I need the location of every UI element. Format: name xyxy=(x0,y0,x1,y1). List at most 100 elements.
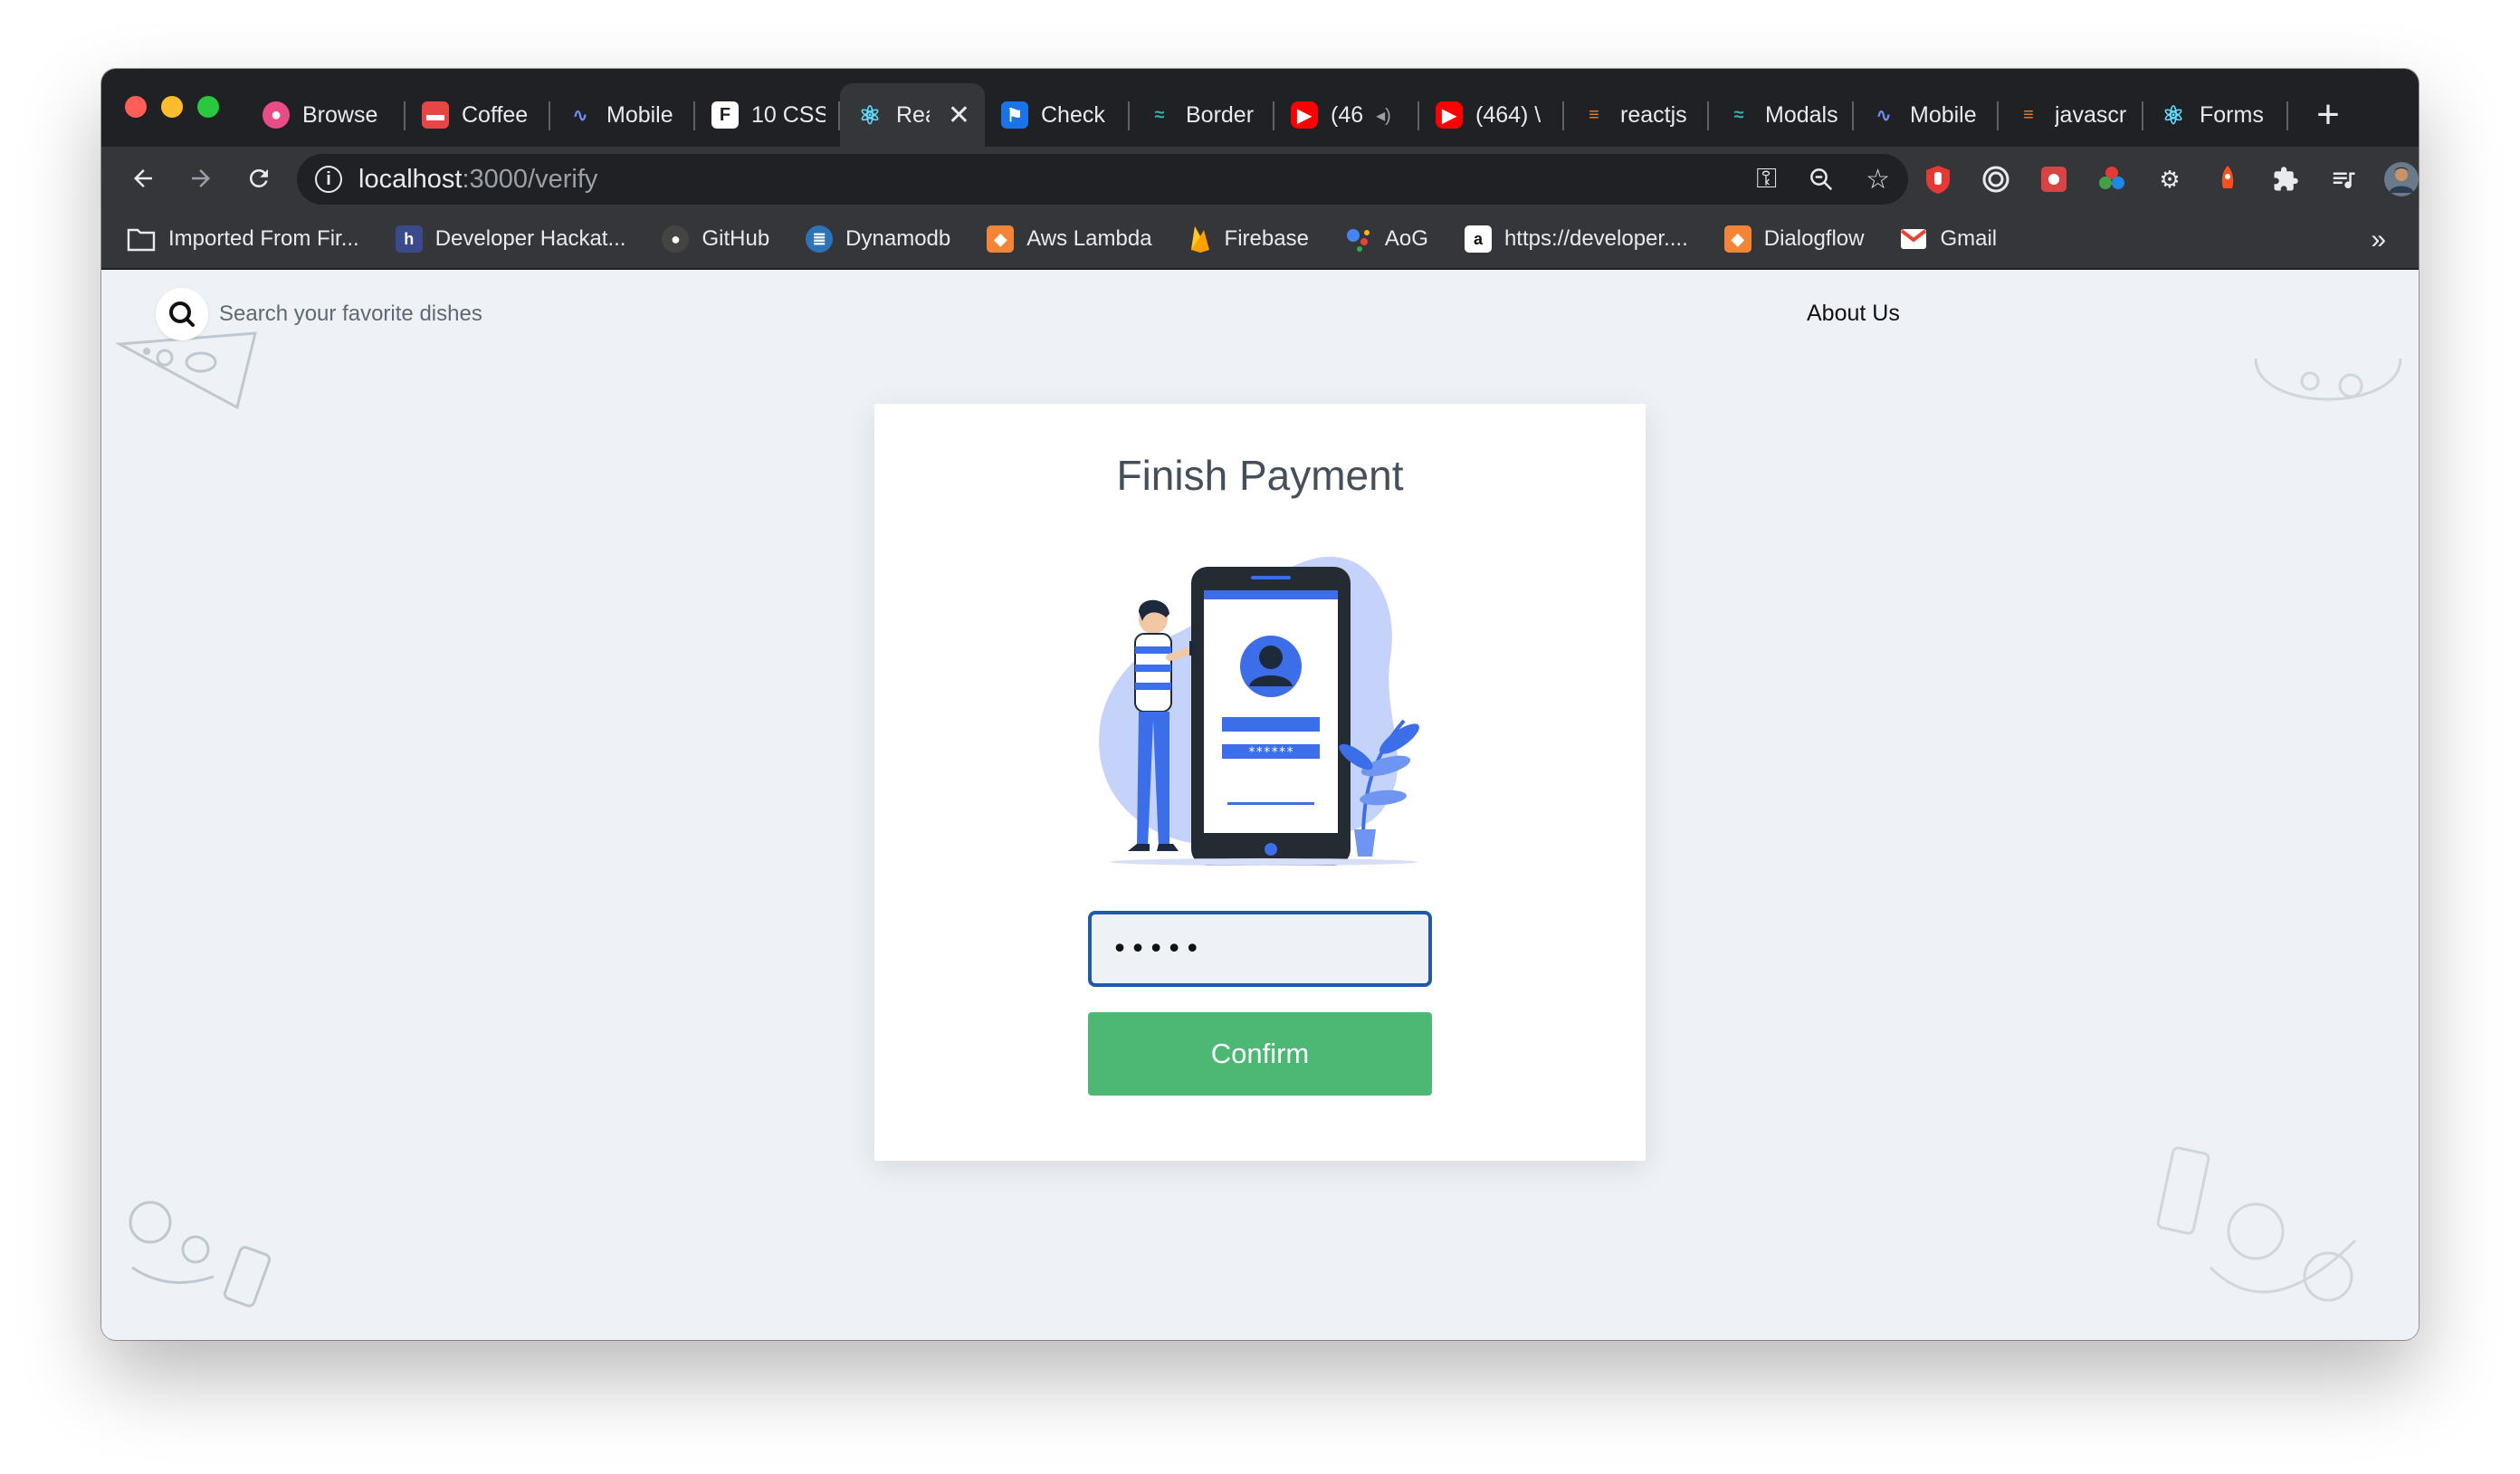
coffee-site-icon: ▬ xyxy=(422,101,449,129)
tab-label: (464) \ xyxy=(1475,101,1542,128)
bookmark-dialogflow[interactable]: ◆ Dialogflow xyxy=(1723,225,1865,253)
bookmark-label: Dynamodb xyxy=(845,226,951,251)
tab-label: Browse xyxy=(302,101,378,128)
close-tab-icon[interactable]: ✕ xyxy=(948,100,970,131)
bookmark-label: Gmail xyxy=(1940,226,1998,251)
about-us-link[interactable]: About Us xyxy=(1807,301,1900,327)
phone-password-text: ****** xyxy=(1248,745,1294,760)
tab-label: javascr xyxy=(2055,101,2127,128)
kitchen-doodle-icon xyxy=(2156,1146,2357,1302)
bookmark-firebase[interactable]: Firebase xyxy=(1188,225,1309,254)
reload-button[interactable] xyxy=(230,151,288,206)
pizza-plate-doodle-icon xyxy=(2254,359,2402,401)
bookmarks-overflow-button[interactable]: » xyxy=(2371,225,2386,255)
bookmark-label: AoG xyxy=(1384,226,1428,251)
folder-icon xyxy=(127,228,156,252)
tab-mobile-2[interactable]: ∿ Mobile xyxy=(1854,83,1999,147)
bookmark-dynamodb[interactable]: ≣ Dynamodb xyxy=(806,225,950,253)
key-icon[interactable]: ⚿ xyxy=(1756,164,1777,195)
tab-javascript[interactable]: ≡ javascr xyxy=(1999,83,2143,147)
tab-mobile-1[interactable]: ∿ Mobile xyxy=(550,83,695,147)
arrow-left-icon xyxy=(134,169,152,187)
tab-reactjs[interactable]: ≡ reactjs xyxy=(1564,83,1709,147)
browser-window: ● Browse ▬ Coffee ∿ Mobile F 10 CSS ⚛ Re… xyxy=(101,69,2419,1340)
tab-list: ● Browse ▬ Coffee ∿ Mobile F 10 CSS ⚛ Re… xyxy=(246,83,2419,147)
amazon-icon: a xyxy=(1464,225,1492,253)
arrow-right-icon xyxy=(192,169,210,187)
tab-react-active[interactable]: ⚛ Rea ✕ xyxy=(840,83,985,147)
maximize-window-button[interactable] xyxy=(197,96,219,118)
verification-code-input[interactable] xyxy=(1088,911,1432,987)
address-url[interactable]: localhost:3000/verify xyxy=(358,165,597,195)
bookmark-imported[interactable]: Imported From Fir... xyxy=(127,226,359,252)
tab-label: Mobile xyxy=(1910,101,1977,128)
tab-browse[interactable]: ● Browse xyxy=(246,83,406,147)
confirm-button[interactable]: Confirm xyxy=(1088,1012,1432,1096)
hackathon-icon: h xyxy=(395,225,423,253)
bookmark-aws-lambda[interactable]: ◆ Aws Lambda xyxy=(987,225,1152,253)
back-button[interactable] xyxy=(114,151,172,206)
tab-youtube-2[interactable]: ▶ (464) \ xyxy=(1419,83,1564,147)
tab-forms[interactable]: ⚛ Forms xyxy=(2143,83,2288,147)
aws-cube-icon: ◆ xyxy=(987,225,1015,253)
react-icon: ⚛ xyxy=(858,100,882,129)
gmail-icon xyxy=(1901,229,1927,249)
tab-label: Mobile xyxy=(606,101,673,128)
site-info-icon[interactable]: i xyxy=(315,166,342,193)
tab-label: Coffee xyxy=(462,101,529,128)
profile-avatar[interactable] xyxy=(2384,162,2419,196)
tab-label: Forms xyxy=(2200,101,2264,128)
bookmarks-bar: Imported From Fir... h Developer Hackat.… xyxy=(101,210,2419,270)
tab-label: Border xyxy=(1186,101,1255,128)
search-button[interactable] xyxy=(156,288,208,340)
react-devtools-icon[interactable] xyxy=(2037,162,2071,196)
ublock-icon[interactable] xyxy=(1921,162,1955,196)
food-doodle-icon xyxy=(129,1201,272,1307)
rocket-extension-icon[interactable] xyxy=(2210,162,2245,196)
tab-check[interactable]: ⚑ Check xyxy=(985,83,1130,147)
bookmark-label: Aws Lambda xyxy=(1026,226,1152,251)
minimize-window-button[interactable] xyxy=(161,96,183,118)
new-tab-button[interactable]: + xyxy=(2301,83,2355,147)
tab-label: Check xyxy=(1041,101,1105,128)
tab-label: Modals xyxy=(1765,101,1838,128)
search-icon xyxy=(169,302,195,327)
payment-card: Finish Payment ****** ••••• Confirm xyxy=(874,404,1646,1161)
bookmark-developer-hackathon[interactable]: h Developer Hackat... xyxy=(395,225,625,253)
dribbble-icon: ● xyxy=(262,101,290,129)
page-viewport: Search your favorite dishes About Us Fin… xyxy=(101,272,2419,1340)
tab-modals[interactable]: ≈ Modals xyxy=(1709,83,1854,147)
tab-label: (46 xyxy=(1331,101,1364,128)
puzzle-extensions-icon[interactable] xyxy=(2268,162,2303,196)
react-icon: ⚛ xyxy=(2162,100,2185,129)
bookmark-gmail[interactable]: Gmail xyxy=(1900,226,1997,252)
tab-10-css[interactable]: F 10 CSS xyxy=(695,83,840,147)
gear-icon[interactable]: ⚙ xyxy=(2152,162,2187,196)
wave-icon: ∿ xyxy=(1876,105,1892,126)
close-window-button[interactable] xyxy=(125,96,147,118)
bookmark-aog[interactable]: AoG xyxy=(1345,225,1428,253)
tab-border[interactable]: ≈ Border xyxy=(1130,83,1274,147)
forward-button[interactable] xyxy=(172,151,230,206)
media-queue-icon[interactable] xyxy=(2326,162,2361,196)
bookmark-amazon-developer[interactable]: a https://developer.... xyxy=(1464,225,1688,253)
dish-search[interactable]: Search your favorite dishes xyxy=(156,288,482,340)
tab-coffee[interactable]: ▬ Coffee xyxy=(406,83,550,147)
address-bar[interactable]: i localhost:3000/verify ⚿ ☆ xyxy=(297,154,1908,205)
extensions-bar: ⚙ ⋮ xyxy=(1921,154,2419,205)
color-picker-icon[interactable] xyxy=(2095,162,2129,196)
tab-label: Rea xyxy=(896,101,930,128)
github-icon: ● xyxy=(662,225,690,253)
youtube-icon: ▶ xyxy=(1436,101,1463,129)
zoom-out-icon[interactable] xyxy=(1808,166,1835,193)
stackoverflow-icon: ≡ xyxy=(2023,104,2034,125)
star-bookmark-icon[interactable]: ☆ xyxy=(1866,164,1890,196)
bookmark-label: Dialogflow xyxy=(1763,226,1865,251)
bookmark-label: https://developer.... xyxy=(1503,226,1688,251)
target-icon[interactable] xyxy=(1979,162,2013,196)
browser-toolbar: i localhost:3000/verify ⚿ ☆ ⚙ ⋮ xyxy=(101,147,2419,210)
tab-youtube-1[interactable]: ▶ (46 ◂) xyxy=(1274,83,1419,147)
search-input[interactable]: Search your favorite dishes xyxy=(219,302,482,327)
bookmark-github[interactable]: ● GitHub xyxy=(662,225,769,253)
bookmark-label: Imported From Fir... xyxy=(168,226,359,251)
